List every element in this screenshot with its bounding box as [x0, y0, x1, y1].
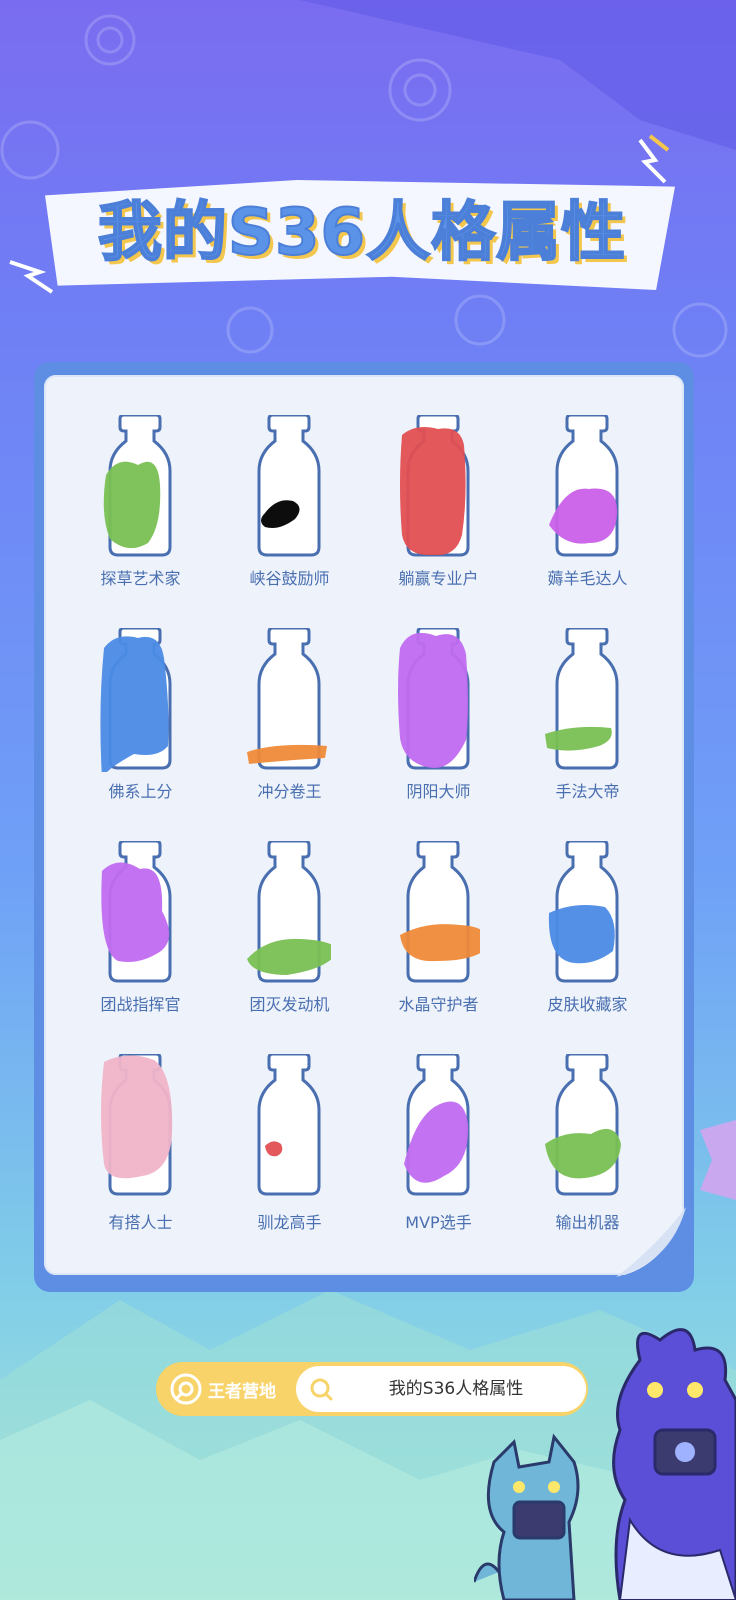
bottle-icon — [545, 628, 619, 770]
bottle-item: 驯龙高手 — [215, 1049, 364, 1262]
bottle-icon — [101, 841, 172, 983]
bottle-label: 阴阳大师 — [406, 782, 471, 801]
bottle-icon — [404, 1054, 470, 1196]
bottle-item: 水晶守护者 — [364, 836, 513, 1049]
search-input[interactable]: 我的S36人格属性 — [296, 1366, 586, 1412]
bottle-fill — [400, 924, 480, 962]
bottle-fill — [400, 427, 466, 556]
bottle-icon — [103, 415, 172, 557]
bottle-label: 团灭发动机 — [249, 995, 330, 1014]
search-text: 我的S36人格属性 — [388, 1379, 524, 1399]
bottle-item: 峡谷鼓励师 — [215, 410, 364, 623]
bottle-label: 团战指挥官 — [100, 995, 181, 1014]
brand-name: 王者营地 — [208, 1381, 276, 1402]
bottle-grid: 探草艺术家 峡谷鼓励师 躺赢专业户 薅羊毛达人佛系上分 冲分卷王 阴阳大师 手法大帝团战指挥… — [66, 410, 662, 1260]
bottle-item: 躺赢专业户 — [364, 410, 513, 623]
bottle-item: 阴阳大师 — [364, 623, 513, 836]
bottle-icon — [257, 415, 321, 557]
bottle-item: 团战指挥官 — [66, 836, 215, 1049]
bottle-item: 冲分卷王 — [215, 623, 364, 836]
search-icon — [310, 1378, 333, 1401]
bottle-item: MVP选手 — [364, 1049, 513, 1262]
bottle-item: 有搭人士 — [66, 1049, 215, 1262]
bottle-label: 输出机器 — [555, 1213, 620, 1232]
bottle-icon — [247, 628, 327, 770]
dragon-mascot-small — [474, 1433, 580, 1600]
bottle-label: 驯龙高手 — [257, 1213, 322, 1232]
bottle-label: 佛系上分 — [108, 782, 173, 801]
bottle-icon — [257, 1054, 321, 1196]
brand-badge: 王者营地 — [170, 1362, 300, 1416]
bottle-item: 薅羊毛达人 — [513, 410, 662, 623]
bottle-fill — [103, 461, 161, 549]
bottle-label: 探草艺术家 — [100, 569, 181, 588]
bottle-icon — [548, 841, 619, 983]
bottle-fill — [101, 1055, 173, 1179]
bottle-item: 输出机器 — [513, 1049, 662, 1262]
bottle-item: 探草艺术家 — [66, 410, 215, 623]
page-title: 我的S36人格属性 — [97, 195, 627, 271]
bottle-label: 有搭人士 — [108, 1213, 173, 1232]
bottle-label: 躺赢专业户 — [398, 569, 479, 588]
camp-logo-icon — [170, 1373, 202, 1405]
bottle-icon — [400, 415, 470, 557]
bottle-fill — [398, 632, 468, 769]
bottle-item: 皮肤收藏家 — [513, 836, 662, 1049]
bottle-item: 佛系上分 — [66, 623, 215, 836]
bottle-icon — [398, 628, 470, 770]
bottle-label: 峡谷鼓励师 — [249, 569, 330, 588]
bottle-fill — [100, 636, 169, 772]
bottle-icon — [549, 415, 619, 557]
bottle-icon — [545, 1054, 621, 1196]
bottle-item: 手法大帝 — [513, 623, 662, 836]
bottle-outline — [257, 1054, 321, 1196]
bottle-label: 皮肤收藏家 — [547, 995, 628, 1014]
bottle-label: 手法大帝 — [555, 782, 620, 801]
bottle-item: 团灭发动机 — [215, 836, 364, 1049]
bottle-icon — [101, 1054, 173, 1196]
bottle-icon — [100, 628, 172, 772]
bottle-icon — [400, 841, 480, 983]
bottle-icon — [247, 841, 331, 983]
bottle-outline — [257, 415, 321, 557]
dragon-mascot-large — [612, 1328, 736, 1600]
bottle-fill — [548, 905, 615, 964]
bottle-label: 薅羊毛达人 — [547, 569, 628, 588]
bottle-label: 冲分卷王 — [257, 782, 322, 801]
bottle-label: 水晶守护者 — [398, 995, 479, 1014]
bottle-label: MVP选手 — [405, 1213, 472, 1232]
